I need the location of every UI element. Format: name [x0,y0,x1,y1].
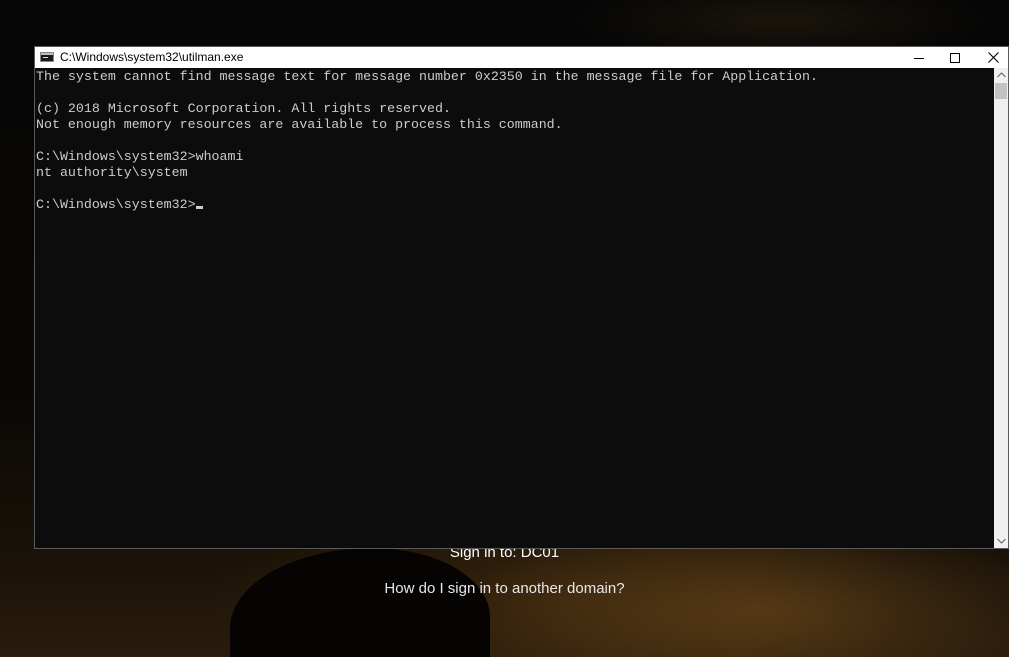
console-line: Not enough memory resources are availabl… [36,117,563,132]
vertical-scrollbar[interactable] [994,68,1008,548]
console-line: The system cannot find message text for … [36,69,818,84]
console-line: nt authority\system [36,165,188,180]
scroll-down-button[interactable] [994,534,1008,548]
text-cursor [195,206,203,209]
console-prompt: C:\Windows\system32> [36,197,196,212]
maximize-button[interactable] [936,47,974,68]
window-title: C:\Windows\system32\utilman.exe [60,50,244,64]
console-output[interactable]: The system cannot find message text for … [35,68,994,548]
close-icon [987,52,999,63]
title-bar[interactable]: C:\Windows\system32\utilman.exe [35,47,1008,68]
minimize-icon [914,57,924,59]
other-domain-link[interactable]: How do I sign in to another domain? [0,580,1009,597]
cmd-icon [40,52,54,62]
chevron-down-icon [996,538,1006,544]
minimize-button[interactable] [900,47,938,68]
chevron-up-icon [996,72,1006,78]
console-window[interactable]: C:\Windows\system32\utilman.exe The syst… [34,46,1009,549]
scroll-thumb[interactable] [995,83,1007,99]
background-rock [230,548,490,657]
scroll-up-button[interactable] [994,68,1008,82]
console-prompt-line[interactable]: C:\Windows\system32> [36,197,203,213]
maximize-icon [950,52,960,63]
lock-screen-background: Sign in to: DC01 How do I sign in to ano… [0,0,1009,657]
console-line: C:\Windows\system32>whoami [36,149,244,164]
close-button[interactable] [974,47,1009,68]
console-line: (c) 2018 Microsoft Corporation. All righ… [36,101,451,116]
